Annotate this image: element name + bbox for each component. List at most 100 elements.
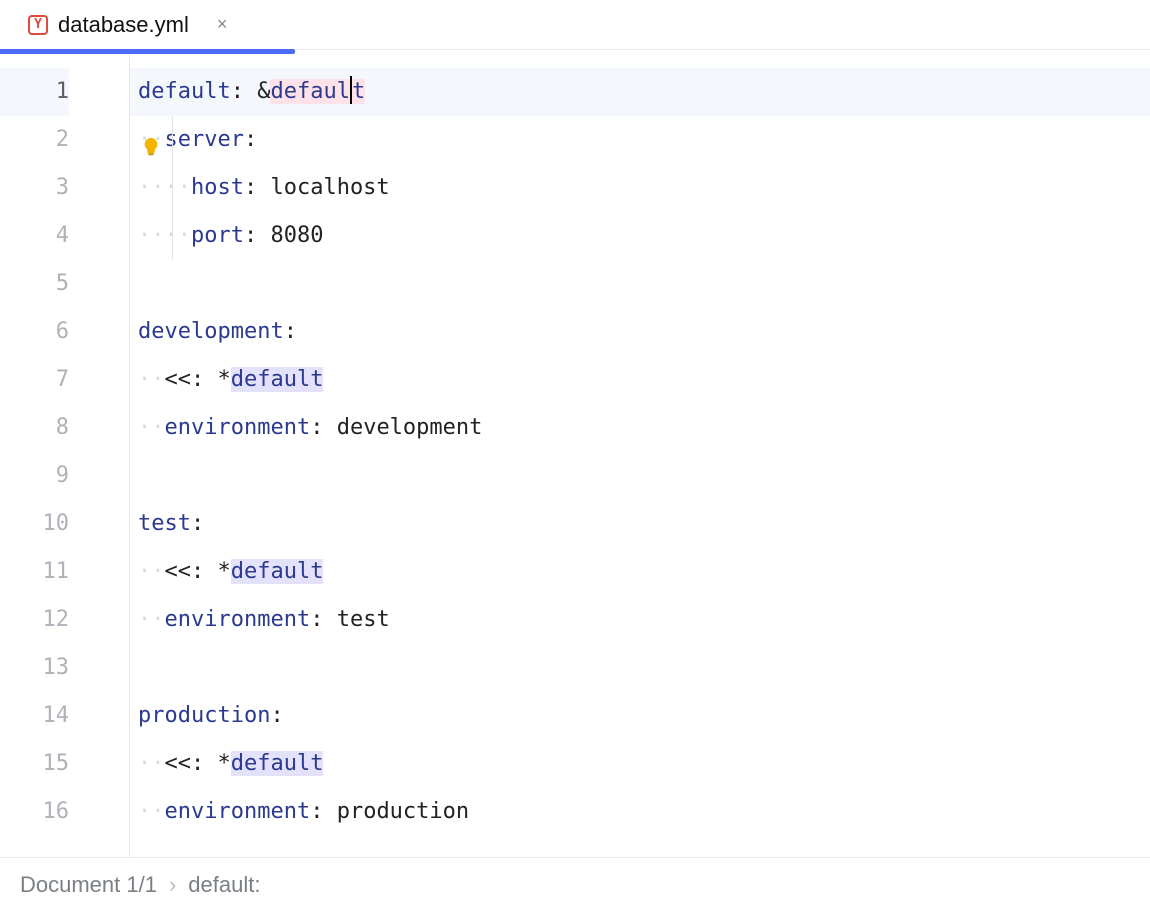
token-txt: <<: [165, 367, 192, 392]
token-anchor: t: [352, 79, 365, 104]
code-line[interactable]: ··server:: [130, 116, 1150, 164]
tab-filename: database.yml: [58, 12, 189, 38]
intention-bulb-icon[interactable]: [140, 128, 162, 150]
line-number[interactable]: 8: [0, 404, 69, 452]
token-punc: :: [310, 799, 323, 824]
code-line[interactable]: ··environment: development: [130, 404, 1150, 452]
token-txt: [323, 607, 336, 632]
token-txt: development: [337, 415, 483, 440]
line-number[interactable]: 12: [0, 596, 69, 644]
tab-bar: Y database.yml ×: [0, 0, 1150, 50]
token-txt: <<: [165, 751, 192, 776]
line-number[interactable]: 4: [0, 212, 69, 260]
text-caret: [350, 76, 352, 104]
line-number[interactable]: 6: [0, 308, 69, 356]
token-punc: :: [231, 79, 244, 104]
breadcrumb-separator: ›: [169, 872, 176, 898]
token-anchor: defaul: [270, 79, 349, 104]
token-ws: ··: [138, 559, 165, 584]
token-txt: <<: [165, 559, 192, 584]
line-number[interactable]: 3: [0, 164, 69, 212]
token-ws: ····: [138, 175, 191, 200]
code-line[interactable]: test:: [130, 500, 1150, 548]
token-punc: :: [191, 511, 204, 536]
token-alias: default: [231, 751, 324, 776]
yaml-file-icon: Y: [28, 15, 48, 35]
line-number-gutter[interactable]: 12345678910111213141516: [0, 50, 130, 857]
line-number[interactable]: 14: [0, 692, 69, 740]
token-ws: ··: [138, 415, 165, 440]
line-number[interactable]: 7: [0, 356, 69, 404]
token-punc: :: [270, 703, 283, 728]
token-txt: [204, 367, 217, 392]
token-txt: &: [257, 79, 270, 104]
token-txt: *: [218, 367, 231, 392]
token-key: server: [165, 127, 244, 152]
token-txt: *: [218, 751, 231, 776]
token-punc: :: [310, 607, 323, 632]
token-punc: :: [191, 751, 204, 776]
token-key: production: [138, 703, 270, 728]
breadcrumb-path[interactable]: default:: [188, 872, 260, 898]
line-number[interactable]: 16: [0, 788, 69, 836]
code-line-content: ····port: 8080: [138, 223, 323, 248]
token-alias: default: [231, 367, 324, 392]
token-num: 8080: [270, 223, 323, 248]
code-line[interactable]: [130, 452, 1150, 500]
code-line[interactable]: ··<<: *default: [130, 356, 1150, 404]
token-txt: production: [337, 799, 469, 824]
code-line-content: default: &default: [138, 79, 365, 104]
token-txt: localhost: [270, 175, 389, 200]
line-number[interactable]: 11: [0, 548, 69, 596]
code-line[interactable]: ····host: localhost: [130, 164, 1150, 212]
token-punc: :: [244, 175, 257, 200]
indent-guide: [172, 212, 173, 260]
code-line-content: ··environment: development: [138, 415, 482, 440]
code-line[interactable]: ····port: 8080: [130, 212, 1150, 260]
code-line-content: ··<<: *default: [138, 559, 323, 584]
code-line-content: production:: [138, 703, 284, 728]
code-line-content: development:: [138, 319, 297, 344]
token-txt: [257, 175, 270, 200]
code-line-content: ··environment: production: [138, 799, 469, 824]
token-alias: default: [231, 559, 324, 584]
code-line[interactable]: ··environment: test: [130, 596, 1150, 644]
close-icon[interactable]: ×: [217, 14, 228, 35]
code-line[interactable]: development:: [130, 308, 1150, 356]
token-ws: ··: [138, 367, 165, 392]
code-line[interactable]: [130, 644, 1150, 692]
token-punc: :: [284, 319, 297, 344]
token-txt: [204, 559, 217, 584]
breadcrumb-bar: Document 1/1 › default:: [0, 858, 1150, 912]
line-number[interactable]: 2: [0, 116, 69, 164]
token-txt: [257, 223, 270, 248]
token-txt: *: [218, 559, 231, 584]
breadcrumb-document[interactable]: Document 1/1: [20, 872, 157, 898]
code-line[interactable]: ··environment: production: [130, 788, 1150, 836]
code-line[interactable]: [130, 260, 1150, 308]
line-number[interactable]: 1: [0, 68, 69, 116]
code-line-content: ··<<: *default: [138, 751, 323, 776]
line-number[interactable]: 9: [0, 452, 69, 500]
token-ws: ····: [138, 223, 191, 248]
token-txt: [204, 751, 217, 776]
editor[interactable]: 12345678910111213141516 default: &defaul…: [0, 50, 1150, 858]
line-number[interactable]: 13: [0, 644, 69, 692]
code-line[interactable]: ··<<: *default: [130, 740, 1150, 788]
token-key: test: [138, 511, 191, 536]
file-tab[interactable]: Y database.yml ×: [20, 0, 243, 49]
code-line[interactable]: production:: [130, 692, 1150, 740]
token-key: default: [138, 79, 231, 104]
code-line[interactable]: ··<<: *default: [130, 548, 1150, 596]
indent-guide: [172, 164, 173, 212]
line-number[interactable]: 5: [0, 260, 69, 308]
token-ws: ··: [138, 607, 165, 632]
code-line[interactable]: default: &default: [130, 68, 1150, 116]
line-number[interactable]: 15: [0, 740, 69, 788]
token-txt: [244, 79, 257, 104]
token-punc: :: [191, 559, 204, 584]
code-area[interactable]: default: &default··server:····host: loca…: [130, 50, 1150, 857]
line-number[interactable]: 10: [0, 500, 69, 548]
token-ws: ··: [138, 751, 165, 776]
token-txt: [323, 799, 336, 824]
